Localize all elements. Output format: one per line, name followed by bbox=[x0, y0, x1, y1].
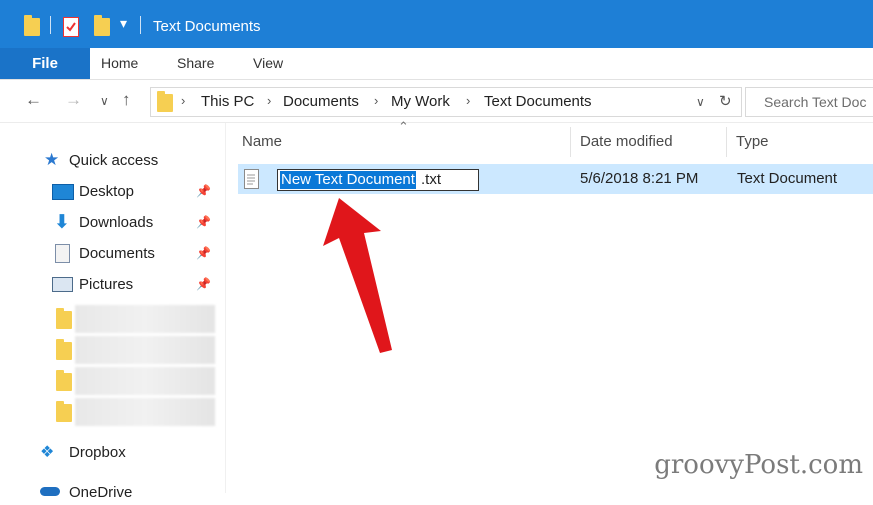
chevron-right-icon[interactable]: › bbox=[267, 93, 271, 108]
search-input[interactable]: Search Text Doc bbox=[745, 87, 873, 117]
cell-type: Text Document bbox=[737, 170, 838, 187]
sidebar-item-label: Documents bbox=[79, 245, 155, 262]
folder-icon bbox=[24, 15, 40, 36]
text-file-icon bbox=[244, 169, 259, 189]
watermark: groovyPost.com bbox=[654, 450, 863, 480]
pin-icon[interactable]: 📌 bbox=[196, 184, 211, 198]
window-title: Text Documents bbox=[153, 18, 261, 35]
pin-icon[interactable]: 📌 bbox=[196, 277, 211, 291]
desktop-icon bbox=[52, 184, 74, 200]
rename-selection: New Text Document bbox=[280, 171, 416, 189]
pictures-icon bbox=[52, 277, 73, 292]
separator bbox=[140, 16, 141, 34]
sidebar-item-label: Quick access bbox=[69, 152, 159, 169]
rename-extension: .txt bbox=[421, 171, 442, 188]
search-placeholder: Search Text Doc bbox=[764, 94, 867, 110]
up-arrow-icon[interactable]: ↑ bbox=[122, 90, 131, 110]
chevron-down-icon[interactable]: ∨ bbox=[696, 95, 705, 109]
ribbon: File Home Share View bbox=[0, 48, 873, 80]
crumb-text-documents[interactable]: Text Documents bbox=[484, 93, 592, 110]
crumb-documents[interactable]: Documents bbox=[283, 93, 359, 110]
pin-icon[interactable]: 📌 bbox=[196, 215, 211, 229]
blurred-folder-label bbox=[75, 336, 215, 364]
column-header-type[interactable]: Type bbox=[736, 133, 769, 150]
recent-dropdown-icon[interactable]: ∨ bbox=[100, 94, 109, 108]
crumb-this-pc[interactable]: This PC bbox=[201, 93, 254, 110]
onedrive-icon bbox=[40, 487, 60, 496]
checklist-icon[interactable] bbox=[63, 17, 79, 37]
crumb-my-work[interactable]: My Work bbox=[391, 93, 450, 110]
blurred-folder-label bbox=[75, 305, 215, 333]
navigation-pane: ★ Quick access Desktop 📌 ⬇ Downloads 📌 D… bbox=[0, 123, 225, 501]
chevron-right-icon[interactable]: › bbox=[374, 93, 378, 108]
dropdown-icon[interactable]: ▾ bbox=[120, 15, 127, 32]
title-bar: ▾ Text Documents bbox=[0, 0, 873, 48]
red-arrow-annotation bbox=[323, 198, 392, 353]
column-separator[interactable] bbox=[570, 127, 571, 157]
new-folder-icon[interactable] bbox=[94, 15, 110, 36]
synced-folder-icon[interactable] bbox=[56, 401, 72, 422]
sidebar-item-label: Dropbox bbox=[69, 444, 126, 461]
blurred-folder-label bbox=[75, 398, 215, 426]
breadcrumb[interactable]: › This PC › Documents › My Work › Text D… bbox=[150, 87, 742, 117]
address-bar: ← → ∨ ↑ › This PC › Documents › My Work … bbox=[0, 80, 873, 123]
download-icon: ⬇ bbox=[54, 212, 70, 233]
folder-icon[interactable] bbox=[56, 339, 72, 360]
tab-home[interactable]: Home bbox=[101, 48, 138, 79]
text-lines-icon bbox=[247, 174, 255, 185]
sidebar-item-label: Downloads bbox=[79, 214, 154, 231]
tab-share[interactable]: Share bbox=[177, 48, 214, 79]
forward-arrow-icon[interactable]: → bbox=[65, 90, 82, 110]
folder-icon bbox=[157, 91, 173, 112]
star-icon: ★ bbox=[44, 150, 60, 169]
document-icon bbox=[55, 244, 70, 263]
column-header-name[interactable]: Name bbox=[242, 133, 282, 150]
file-list: ⌃ Name Date modified Type New Text Docum… bbox=[226, 119, 873, 493]
tab-file[interactable]: File bbox=[0, 48, 90, 79]
chevron-right-icon[interactable]: › bbox=[466, 93, 470, 108]
chevron-right-icon[interactable]: › bbox=[181, 93, 185, 108]
sort-ascending-icon[interactable]: ⌃ bbox=[398, 119, 409, 135]
synced-folder-icon[interactable] bbox=[56, 370, 72, 391]
column-header-date[interactable]: Date modified bbox=[580, 133, 673, 150]
column-separator[interactable] bbox=[726, 127, 727, 157]
dropbox-icon: ❖ bbox=[40, 444, 55, 461]
back-arrow-icon[interactable]: ← bbox=[25, 90, 42, 110]
sidebar-item-label: Pictures bbox=[79, 276, 134, 293]
checkmark-icon bbox=[66, 22, 76, 32]
folder-icon[interactable] bbox=[56, 308, 72, 329]
refresh-icon[interactable]: ↻ bbox=[719, 92, 732, 110]
blurred-folder-label bbox=[75, 367, 215, 395]
cell-date-modified: 5/6/2018 8:21 PM bbox=[580, 170, 699, 187]
sidebar-item-label: Desktop bbox=[79, 183, 135, 200]
tab-view[interactable]: View bbox=[253, 48, 283, 79]
separator bbox=[50, 16, 51, 34]
pin-icon[interactable]: 📌 bbox=[196, 246, 211, 260]
